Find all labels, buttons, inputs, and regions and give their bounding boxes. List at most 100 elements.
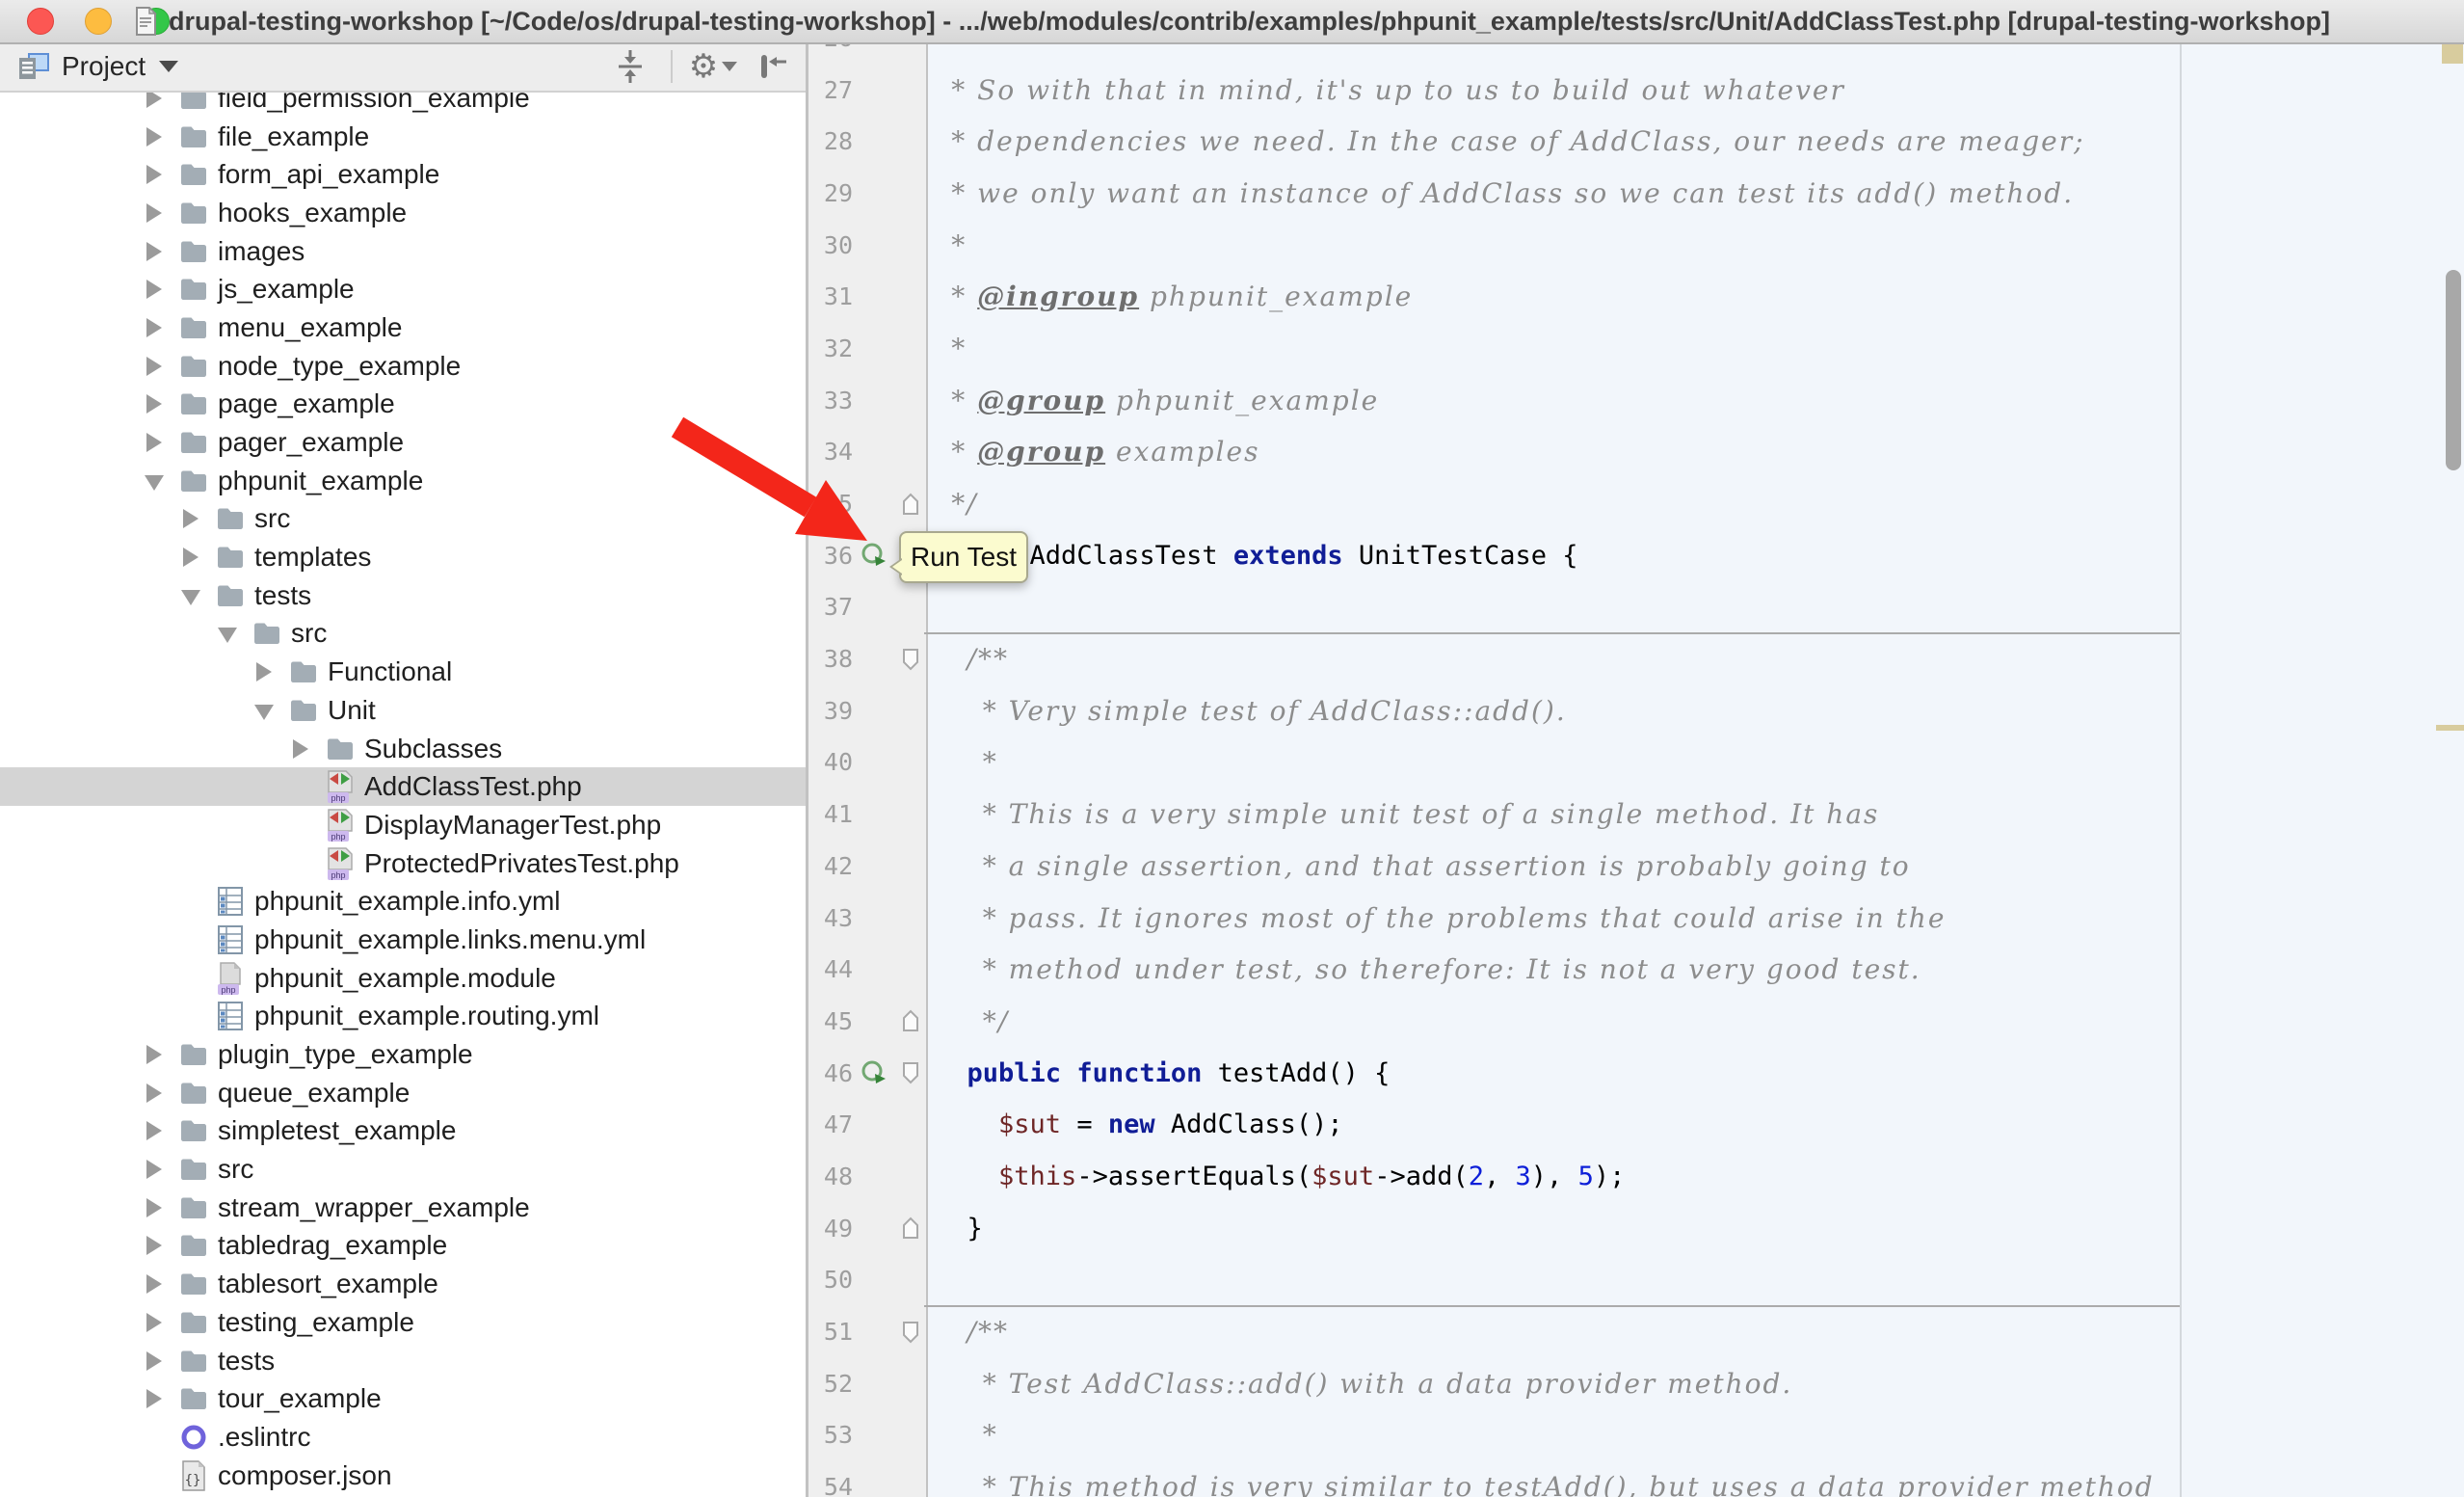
tree-item-displaymanagertest-php[interactable]: phpDisplayManagerTest.php [0, 806, 806, 844]
title-bar[interactable]: drupal-testing-workshop [~/Code/os/drupa… [0, 0, 2464, 44]
run-test-gutter-icon[interactable] [853, 1047, 895, 1099]
chevron-collapsed-icon[interactable] [179, 548, 214, 567]
chevron-collapsed-icon[interactable] [143, 1045, 177, 1064]
code-line-35[interactable]: 35 */ [808, 478, 2464, 530]
code-line-50[interactable]: 50 [808, 1254, 2464, 1306]
tree-item-testing-example[interactable]: testing_example [0, 1303, 806, 1342]
tree-item-phpunit-example[interactable]: phpunit_example [0, 462, 806, 500]
tree-item-tabledrag-example[interactable]: tabledrag_example [0, 1227, 806, 1266]
chevron-collapsed-icon[interactable] [143, 165, 177, 184]
chevron-collapsed-icon[interactable] [143, 1083, 177, 1103]
hide-panel-button[interactable] [754, 47, 792, 86]
chevron-collapsed-icon[interactable] [143, 127, 177, 147]
code-line-31[interactable]: 31 * @ingroup phpunit_example [808, 271, 2464, 323]
tree-item-templates[interactable]: templates [0, 538, 806, 576]
chevron-expanded-icon[interactable] [179, 586, 214, 605]
settings-gear-button[interactable]: ⚙ [694, 47, 732, 86]
fold-end-icon[interactable] [895, 1202, 926, 1254]
tree-item-images[interactable]: images [0, 232, 806, 271]
tree-item-src[interactable]: src [0, 500, 806, 539]
chevron-collapsed-icon[interactable] [143, 280, 177, 299]
chevron-collapsed-icon[interactable] [143, 1351, 177, 1371]
tree-item-menu-example[interactable]: menu_example [0, 308, 806, 347]
code-line-37[interactable]: 37 [808, 581, 2464, 633]
code-line-45[interactable]: 45 */ [808, 996, 2464, 1048]
tree-item-node-type-example[interactable]: node_type_example [0, 347, 806, 386]
editor-scrollbar-thumb[interactable] [2446, 270, 2461, 470]
tree-item--eslintrc[interactable]: .eslintrc [0, 1418, 806, 1457]
tree-item-phpunit-example-module[interactable]: phpphpunit_example.module [0, 959, 806, 998]
tree-item-queue-example[interactable]: queue_example [0, 1074, 806, 1112]
code-line-54[interactable]: 54 * This method is very similar to test… [808, 1461, 2464, 1497]
tree-item-pager-example[interactable]: pager_example [0, 423, 806, 462]
tree-item-js-example[interactable]: js_example [0, 270, 806, 308]
code-line-41[interactable]: 41 * This is a very simple unit test of … [808, 789, 2464, 841]
fold-start-icon[interactable] [895, 1306, 926, 1358]
chevron-collapsed-icon[interactable] [143, 394, 177, 414]
code-line-34[interactable]: 34 * @group examples [808, 426, 2464, 478]
chevron-collapsed-icon[interactable] [143, 1274, 177, 1294]
fold-start-icon[interactable] [895, 633, 926, 685]
chevron-collapsed-icon[interactable] [143, 1121, 177, 1140]
tree-item-src[interactable]: src [0, 1150, 806, 1189]
tree-item-subclasses[interactable]: Subclasses [0, 730, 806, 768]
code-line-27[interactable]: 27 * So with that in mind, it's up to us… [808, 64, 2464, 116]
chevron-collapsed-icon[interactable] [143, 1236, 177, 1255]
code-line-46[interactable]: 46 public function testAdd() { [808, 1047, 2464, 1099]
code-line-32[interactable]: 32 * [808, 323, 2464, 375]
tree-item-addclasstest-php[interactable]: phpAddClassTest.php [0, 767, 806, 806]
fold-start-icon[interactable] [895, 1047, 926, 1099]
chevron-expanded-icon[interactable] [216, 624, 251, 643]
chevron-collapsed-icon[interactable] [143, 433, 177, 452]
tree-item-form-api-example[interactable]: form_api_example [0, 155, 806, 194]
tree-item-src[interactable]: src [0, 615, 806, 654]
code-line-51[interactable]: 51 /** [808, 1306, 2464, 1358]
chevron-expanded-icon[interactable] [252, 701, 287, 720]
code-line-29[interactable]: 29 * we only want an instance of AddClas… [808, 168, 2464, 220]
tree-item-plugin-type-example[interactable]: plugin_type_example [0, 1035, 806, 1074]
tree-item-tests[interactable]: tests [0, 576, 806, 615]
fold-end-icon[interactable] [895, 996, 926, 1048]
code-line-33[interactable]: 33 * @group phpunit_example [808, 374, 2464, 426]
tree-item-phpunit-example-info-yml[interactable]: phpunit_example.info.yml [0, 882, 806, 921]
code-line-39[interactable]: 39 * Very simple test of AddClass::add()… [808, 684, 2464, 736]
tree-item-simpletest-example[interactable]: simpletest_example [0, 1112, 806, 1151]
tree-item-unit[interactable]: Unit [0, 691, 806, 730]
chevron-collapsed-icon[interactable] [143, 318, 177, 337]
chevron-collapsed-icon[interactable] [143, 1160, 177, 1179]
code-line-47[interactable]: 47 $sut = new AddClass(); [808, 1099, 2464, 1151]
chevron-collapsed-icon[interactable] [143, 203, 177, 223]
tree-item-protectedprivatestest-php[interactable]: phpProtectedPrivatesTest.php [0, 844, 806, 883]
code-line-40[interactable]: 40 * [808, 736, 2464, 789]
code-line-38[interactable]: 38 /** [808, 633, 2464, 685]
project-views-dropdown-icon[interactable] [159, 61, 178, 72]
code-line-48[interactable]: 48 $this->assertEquals($sut->add(2, 3), … [808, 1151, 2464, 1203]
chevron-expanded-icon[interactable] [143, 471, 177, 491]
chevron-collapsed-icon[interactable] [179, 509, 214, 528]
tree-item-tests[interactable]: tests [0, 1342, 806, 1380]
panel-splitter[interactable] [806, 42, 808, 1497]
chevron-collapsed-icon[interactable] [143, 1313, 177, 1332]
tree-item-file-example[interactable]: file_example [0, 118, 806, 156]
tree-item-page-example[interactable]: page_example [0, 386, 806, 424]
collapse-all-button[interactable] [611, 47, 649, 86]
code-line-42[interactable]: 42 * a single assertion, and that assert… [808, 841, 2464, 893]
chevron-collapsed-icon[interactable] [143, 1389, 177, 1408]
tree-item-tour-example[interactable]: tour_example [0, 1379, 806, 1418]
tree-item-hooks-example[interactable]: hooks_example [0, 194, 806, 232]
code-line-36[interactable]: 36class AddClassTest extends UnitTestCas… [808, 529, 2464, 581]
chevron-collapsed-icon[interactable] [143, 357, 177, 376]
chevron-collapsed-icon[interactable] [143, 1198, 177, 1217]
tree-item-stream-wrapper-example[interactable]: stream_wrapper_example [0, 1189, 806, 1227]
code-line-28[interactable]: 28 * dependencies we need. In the case o… [808, 116, 2464, 168]
code-line-26[interactable]: 26 [808, 42, 2464, 64]
chevron-collapsed-icon[interactable] [252, 662, 287, 682]
tree-item-phpunit-example-routing-yml[interactable]: phpunit_example.routing.yml [0, 998, 806, 1036]
document-proxy-icon[interactable] [134, 7, 157, 36]
code-line-44[interactable]: 44 * method under test, so therefore: It… [808, 944, 2464, 996]
code-line-43[interactable]: 43 * pass. It ignores most of the proble… [808, 892, 2464, 944]
fold-end-icon[interactable] [895, 478, 926, 530]
code-line-30[interactable]: 30 * [808, 219, 2464, 271]
code-line-52[interactable]: 52 * Test AddClass::add() with a data pr… [808, 1357, 2464, 1409]
code-line-49[interactable]: 49 } [808, 1202, 2464, 1254]
